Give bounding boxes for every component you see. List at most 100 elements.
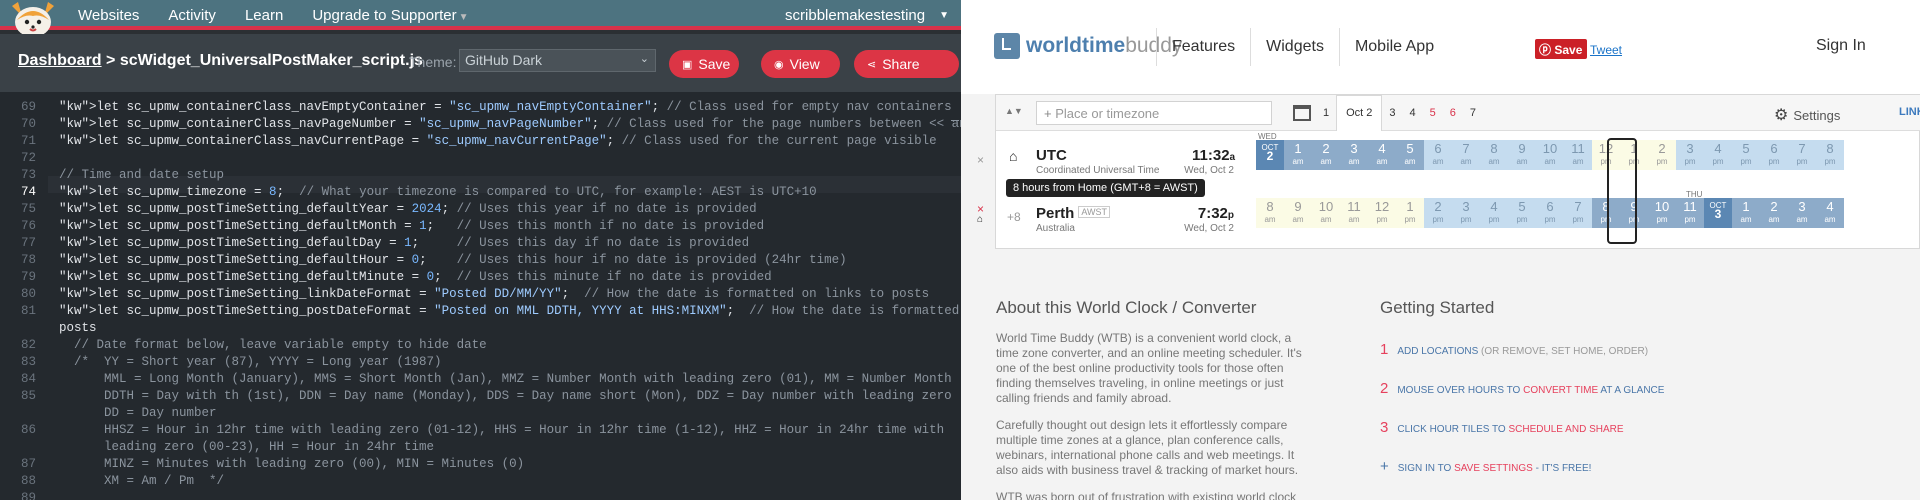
hour-tile[interactable]: 1 pm	[1396, 198, 1424, 228]
hour-tile[interactable]: 1 am	[1732, 198, 1760, 228]
hour-tile[interactable]: 1 am	[1284, 140, 1312, 170]
settings-button[interactable]: ⚙ Settings	[1774, 105, 1840, 125]
hour-number: 3	[1798, 199, 1806, 214]
hour-tile[interactable]: 3 pm	[1676, 140, 1704, 170]
line-number: 87	[20, 457, 36, 471]
place-timezone-input[interactable]: + Place or timezone	[1036, 101, 1272, 125]
hour-tile[interactable]: 12 pm	[1368, 198, 1396, 228]
hour-tile[interactable]: 2 pm	[1648, 140, 1676, 170]
hour-tile[interactable]: 9 am	[1284, 198, 1312, 228]
city-subtitle: Australia	[1036, 223, 1075, 234]
date-tab[interactable]: 4	[1403, 95, 1423, 131]
local-date: Wed, Oct 2	[1184, 165, 1234, 176]
step-add-locations[interactable]: 1 ADD LOCATIONS (OR REMOVE, SET HOME, ORD…	[1380, 341, 1648, 358]
home-icon[interactable]: ⌂	[1009, 148, 1017, 164]
converter-toolbar: ▲▼ + Place or timezone 1 Oct 2 3 4 5 6 7…	[996, 95, 1920, 131]
hour-tile[interactable]: 8 pm	[1816, 140, 1844, 170]
current-hour-column[interactable]	[1607, 138, 1637, 244]
home-icon[interactable]: ⌂	[977, 214, 983, 225]
share-button[interactable]: ⋖ Share	[854, 50, 959, 78]
hour-ampm: am	[1572, 157, 1584, 166]
user-menu[interactable]: scribblemakestesting ▼	[785, 0, 949, 30]
hour-tile[interactable]: 3 pm	[1452, 198, 1480, 228]
sort-arrows-icon[interactable]: ▲▼	[1005, 106, 1023, 116]
code-area[interactable]: 69 "kw">let sc_upmw_containerClass_navEmp…	[0, 92, 961, 500]
clock-logo-icon	[994, 33, 1020, 59]
calendar-icon[interactable]	[1293, 105, 1311, 121]
hour-tile[interactable]: 6 pm	[1760, 140, 1788, 170]
hour-tile[interactable]: 4 pm	[1704, 140, 1732, 170]
link-button[interactable]: LINK	[1899, 106, 1920, 118]
line-number: 72	[20, 151, 36, 165]
theme-select-value: GitHub Dark	[465, 52, 543, 68]
theme-select[interactable]: GitHub Dark ⌄	[459, 49, 656, 72]
hour-number: 8	[1826, 141, 1834, 156]
hour-tile[interactable]: 10 am	[1536, 140, 1564, 170]
day-cell[interactable]: OCT 2	[1256, 140, 1284, 170]
hour-tile[interactable]: 6 am	[1424, 140, 1452, 170]
hour-tile[interactable]: 3 am	[1340, 140, 1368, 170]
hour-tile[interactable]: 4 pm	[1480, 198, 1508, 228]
line-number: 71	[20, 134, 36, 148]
hour-tile[interactable]: 7 pm	[1564, 198, 1592, 228]
hour-tile[interactable]: 2 am	[1312, 140, 1340, 170]
menu-features[interactable]: Features	[1156, 28, 1250, 66]
hour-tile[interactable]: 3 am	[1788, 198, 1816, 228]
hour-tile[interactable]: 11 am	[1340, 198, 1368, 228]
remove-icon[interactable]: ×	[977, 153, 984, 167]
date-tab[interactable]: 7	[1463, 95, 1483, 131]
hour-tile[interactable]: 4 am	[1816, 198, 1844, 228]
step-text: CLICK HOUR TILES TO	[1397, 424, 1509, 435]
timezone-row-perth[interactable]: × ⌂ +8 Perth AWST Australia 7:32p Wed, Oc…	[977, 190, 1920, 250]
nav-websites[interactable]: Websites	[78, 7, 139, 24]
step-sign-in[interactable]: + SIGN IN TO SAVE SETTINGS - IT'S FREE!	[1380, 458, 1591, 475]
nav-learn[interactable]: Learn	[245, 7, 283, 24]
nav-upgrade[interactable]: Upgrade to Supporter ▼	[312, 7, 468, 24]
hour-ampm: am	[1488, 157, 1500, 166]
view-button[interactable]: ◉ View	[761, 50, 840, 78]
step-click-tiles[interactable]: 3 CLICK HOUR TILES TO SCHEDULE AND SHARE	[1380, 419, 1624, 436]
code-line: "kw">let sc_upmw_postTimeSetting_linkDat…	[59, 287, 930, 301]
hour-tile[interactable]: 8 am	[1480, 140, 1508, 170]
hour-ampm: am	[1460, 157, 1472, 166]
city-name: UTC	[1036, 147, 1067, 164]
date-tab[interactable]: 1	[1316, 95, 1336, 131]
hour-tile[interactable]: 7 pm	[1788, 140, 1816, 170]
date-tab[interactable]: 3	[1382, 95, 1402, 131]
tweet-link[interactable]: Tweet	[1590, 43, 1622, 57]
hour-tile[interactable]: 7 am	[1452, 140, 1480, 170]
share-icon: ⋖	[867, 58, 877, 71]
pin-label: Save	[1554, 43, 1583, 57]
sign-in-link[interactable]: Sign In	[1816, 37, 1866, 55]
day-cell[interactable]: OCT 3	[1704, 198, 1732, 228]
hour-number: 7	[1798, 141, 1806, 156]
hour-ampm: pm	[1376, 215, 1388, 224]
menu-mobile-app[interactable]: Mobile App	[1338, 28, 1449, 66]
date-tab[interactable]: 5	[1423, 95, 1443, 131]
hour-tile[interactable]: 5 am	[1396, 140, 1424, 170]
menu-widgets[interactable]: Widgets	[1250, 28, 1339, 66]
hour-tile[interactable]: 10 am	[1312, 198, 1340, 228]
hour-tile[interactable]: 4 am	[1368, 140, 1396, 170]
breadcrumb-dashboard-link[interactable]: Dashboard	[18, 52, 102, 69]
hour-tile[interactable]: 5 pm	[1508, 198, 1536, 228]
date-tab[interactable]: 6	[1443, 95, 1463, 131]
step-mouse-over[interactable]: 2 MOUSE OVER HOURS TO CONVERT TIME AT A G…	[1380, 380, 1664, 397]
date-tab-active[interactable]: Oct 2	[1336, 95, 1383, 131]
nav-activity[interactable]: Activity	[168, 7, 216, 24]
save-button[interactable]: ▣ Save	[669, 50, 739, 78]
line-number: 69	[20, 100, 36, 114]
hour-tile[interactable]: 6 pm	[1536, 198, 1564, 228]
hour-tile[interactable]: 11 am	[1564, 140, 1592, 170]
hour-ampm: am	[1348, 215, 1360, 224]
pinterest-save-button[interactable]: ⓟ Save	[1535, 39, 1588, 59]
hour-tile[interactable]: 10 pm	[1648, 198, 1676, 228]
hour-tile[interactable]: 11 pm	[1676, 198, 1704, 228]
hour-tile[interactable]: 9 am	[1508, 140, 1536, 170]
hour-tile[interactable]: 2 am	[1760, 198, 1788, 228]
wtb-logo[interactable]: worldtimebuddy	[994, 33, 1182, 59]
code-line: "kw">let sc_upmw_containerClass_navPageN…	[59, 117, 961, 131]
hour-tile[interactable]: 8 am	[1256, 198, 1284, 228]
hour-tile[interactable]: 2 pm	[1424, 198, 1452, 228]
hour-tile[interactable]: 5 pm	[1732, 140, 1760, 170]
